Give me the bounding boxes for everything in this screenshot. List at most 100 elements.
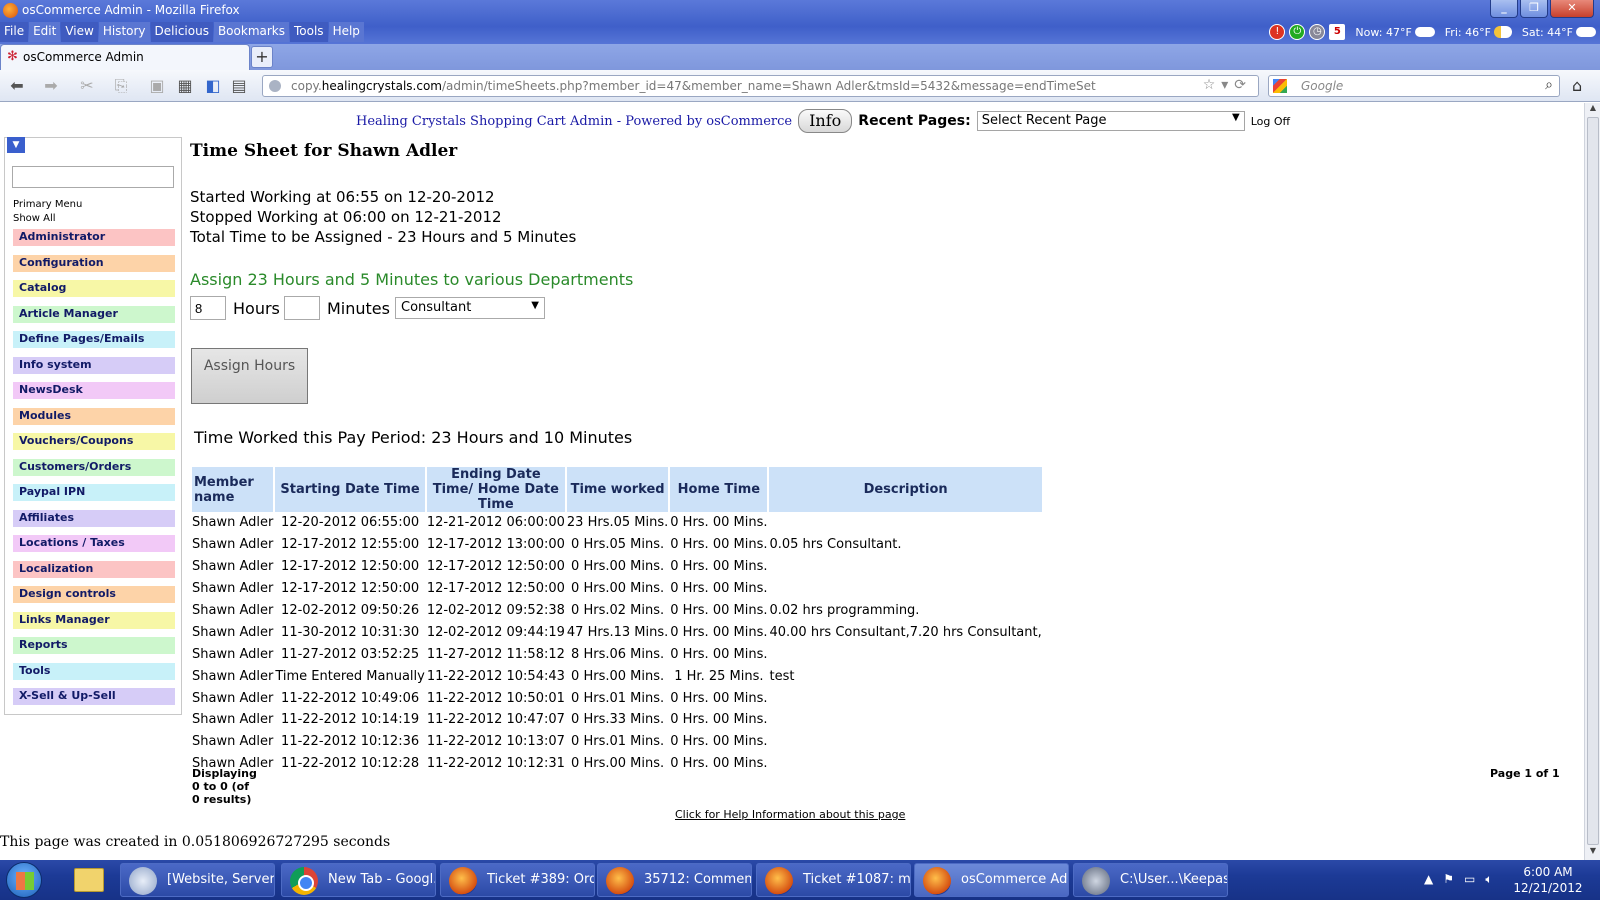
- menu-edit[interactable]: Edit: [29, 22, 61, 42]
- assign-hours-button[interactable]: Assign Hours: [191, 348, 308, 404]
- sidebar-item-x-sell-up-sell[interactable]: X-Sell & Up-Sell: [13, 688, 175, 705]
- admin-header: Healing Crystals Shopping Cart Admin - P…: [356, 109, 1290, 133]
- sidebar-item-locations-taxes[interactable]: Locations / Taxes: [13, 535, 175, 552]
- explorer-pinned-button[interactable]: [70, 864, 110, 896]
- clock-icon[interactable]: ◷: [1309, 24, 1326, 40]
- taskbar-clock[interactable]: 6:00 AM 12/21/2012: [1508, 864, 1588, 896]
- collapse-sidebar-icon[interactable]: ▼: [7, 137, 25, 153]
- taskbar-button[interactable]: Ticket #1087: mo...: [756, 863, 911, 897]
- sidebar-item-links-manager[interactable]: Links Manager: [13, 611, 175, 629]
- taskbar-button[interactable]: Ticket #389: Orde...: [440, 863, 595, 897]
- cut-icon[interactable]: ✂: [76, 76, 98, 96]
- calendar-icon[interactable]: 5: [1329, 24, 1346, 40]
- forward-arrow-icon[interactable]: ➡: [40, 76, 62, 96]
- info-button[interactable]: Info: [798, 109, 853, 133]
- google-icon[interactable]: [1273, 79, 1287, 93]
- copy-icon[interactable]: ⎘: [110, 76, 132, 96]
- window-icon[interactable]: ◧: [202, 76, 224, 96]
- sidebar-item-modules[interactable]: Modules: [13, 407, 175, 425]
- end-time-cell: 12-21-2012 06:00:00: [426, 515, 565, 531]
- admin-home-link[interactable]: Healing Crystals Shopping Cart Admin - P…: [356, 114, 792, 129]
- sidebar-item-paypal-ipn[interactable]: Paypal IPN: [13, 484, 175, 501]
- menu-tools[interactable]: Tools: [290, 22, 328, 42]
- minimize-button[interactable]: _: [1490, 0, 1518, 18]
- weather-now[interactable]: Now: 47°F: [1355, 26, 1435, 39]
- sidebar-item-define-pages-emails[interactable]: Define Pages/Emails: [13, 331, 175, 348]
- scroll-down-icon[interactable]: ▼: [1585, 846, 1600, 860]
- print-icon[interactable]: ▤: [228, 76, 250, 96]
- table-row: Shawn Adler 11-22-2012 10:12:36 11-22-2012…: [192, 731, 1042, 753]
- sidebar-item-reports[interactable]: Reports: [13, 637, 175, 654]
- end-time-cell: 11-27-2012 11:58:12: [426, 646, 565, 662]
- sidebar-item-design-controls[interactable]: Design controls: [13, 586, 175, 603]
- weather-fri[interactable]: Fri: 46°F: [1445, 26, 1512, 39]
- hours-input[interactable]: [190, 296, 226, 320]
- mail-icon: [129, 867, 157, 895]
- bookmark-star-icon[interactable]: ☆▾⟳: [1203, 77, 1252, 93]
- time-worked-cell: 0 Hrs.02 Mins.: [571, 603, 665, 618]
- screenshot-icon[interactable]: ▦: [174, 76, 196, 96]
- sidebar-item-localization[interactable]: Localization: [13, 560, 175, 578]
- log-off-link[interactable]: Log Off: [1251, 115, 1290, 128]
- search-icon[interactable]: ⌕: [1545, 77, 1553, 93]
- show-hidden-icons-icon[interactable]: ▲: [1424, 872, 1433, 887]
- description-cell: test: [769, 668, 795, 684]
- recent-pages-select[interactable]: Select Recent Page ▼: [976, 111, 1245, 131]
- sidebar-item-administrator[interactable]: Administrator: [13, 229, 175, 246]
- taskbar-button[interactable]: New Tab - Googl...: [281, 863, 436, 897]
- minutes-input[interactable]: [284, 296, 320, 320]
- firefox-icon: [606, 867, 634, 895]
- menu-bookmarks[interactable]: Bookmarks: [213, 22, 289, 42]
- help-info-link[interactable]: Click for Help Information about this pa…: [675, 808, 905, 821]
- sidebar-item-article-manager[interactable]: Article Manager: [13, 305, 175, 323]
- volume-icon[interactable]: 🔈︎: [1485, 872, 1492, 887]
- back-arrow-icon[interactable]: ⬅: [6, 76, 28, 96]
- address-text[interactable]: copy.healingcrystals.com/admin/timeSheet…: [291, 79, 1096, 93]
- scrollbar-thumb[interactable]: [1587, 117, 1599, 845]
- home-icon[interactable]: ⌂: [1572, 76, 1582, 95]
- sidebar-item-vouchers-coupons[interactable]: Vouchers/Coupons: [13, 433, 175, 450]
- site-identity-icon[interactable]: [269, 80, 281, 92]
- menu-file[interactable]: File: [0, 22, 29, 42]
- new-tab-button[interactable]: +: [251, 46, 273, 68]
- show-all-link[interactable]: Show All: [13, 213, 56, 224]
- description-cell: [769, 687, 1041, 709]
- menu-delicious[interactable]: Delicious: [150, 22, 213, 42]
- maximize-button[interactable]: ❐: [1520, 0, 1548, 18]
- close-window-button[interactable]: ✕: [1550, 0, 1594, 18]
- department-select[interactable]: Consultant ▼: [395, 297, 545, 319]
- paste-icon[interactable]: ▣: [146, 76, 168, 96]
- taskbar-button[interactable]: [Website, Servers ...: [120, 863, 275, 897]
- sidebar-item-configuration[interactable]: Configuration: [13, 254, 175, 272]
- end-time-cell: 12-17-2012 12:50:00: [426, 559, 565, 575]
- sidebar-item-customers-orders[interactable]: Customers/Orders: [13, 458, 175, 476]
- table-row: Shawn Adler 11-30-2012 10:31:30 12-02-2012…: [192, 621, 1042, 643]
- sidebar-item-info-system[interactable]: Info system: [13, 356, 175, 374]
- address-bar[interactable]: copy.healingcrystals.com/admin/timeSheet…: [262, 75, 1259, 97]
- windows-taskbar: [Website, Servers ... New Tab - Googl... T…: [0, 860, 1600, 900]
- weather-sat-label: Sat: 44°F: [1521, 25, 1573, 39]
- scroll-up-icon[interactable]: ▲: [1585, 103, 1600, 117]
- department-value: Consultant: [401, 300, 472, 315]
- start-button[interactable]: [6, 862, 42, 898]
- menu-help[interactable]: Help: [328, 22, 364, 42]
- action-center-flag-icon[interactable]: ⚑: [1443, 872, 1454, 887]
- network-icon[interactable]: ▭: [1464, 872, 1475, 887]
- vertical-scrollbar[interactable]: ▲ ▼: [1584, 103, 1600, 860]
- weather-sat[interactable]: Sat: 44°F: [1522, 26, 1596, 39]
- sidebar-item-newsdesk[interactable]: NewsDesk: [13, 382, 175, 399]
- taskbar-button[interactable]: C:\User...\Keepass...: [1073, 863, 1228, 897]
- taskbar-button[interactable]: osCommerce Ad...: [914, 863, 1069, 897]
- tab-oscommerce-admin[interactable]: ✻ osCommerce Admin: [0, 44, 250, 70]
- alert-icon[interactable]: !: [1269, 24, 1286, 40]
- sidebar-item-tools[interactable]: Tools: [13, 662, 175, 680]
- time-worked-cell: 0 Hrs.00 Mins.: [571, 581, 665, 597]
- sidebar-item-affiliates[interactable]: Affiliates: [13, 509, 175, 527]
- menu-view[interactable]: View: [61, 22, 98, 42]
- search-bar[interactable]: Google ⌕: [1268, 75, 1560, 97]
- taskbar-button[interactable]: 35712: Comment ...: [597, 863, 752, 897]
- sidebar-item-catalog[interactable]: Catalog: [13, 280, 175, 297]
- menu-history[interactable]: History: [98, 22, 150, 42]
- power-icon[interactable]: ⏻: [1289, 24, 1306, 40]
- sidebar-search-input[interactable]: [12, 166, 174, 188]
